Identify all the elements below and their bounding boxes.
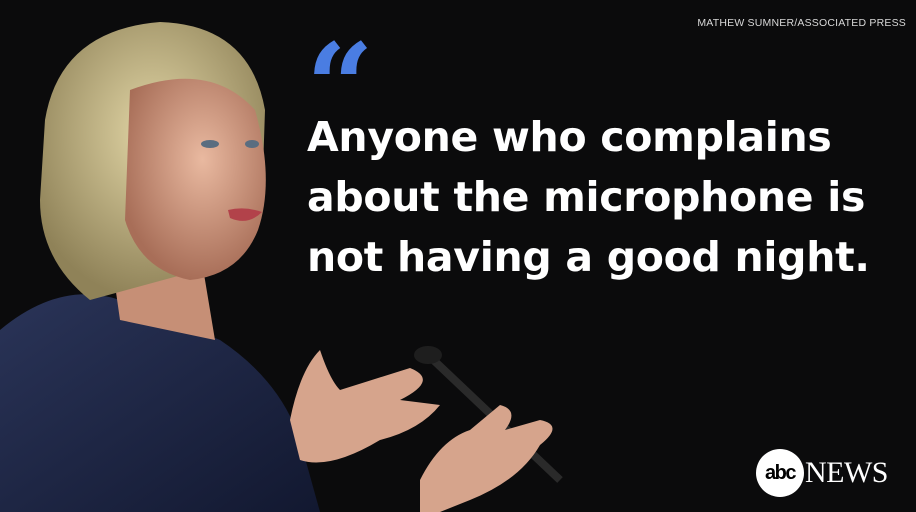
quote-line: about the microphone is (307, 173, 866, 221)
quote-text: Anyone who complains about the microphon… (307, 107, 870, 287)
quote-line: not having a good night. (307, 233, 870, 281)
quote-line: Anyone who complains (307, 113, 832, 161)
photo-credit: MATHEW SUMNER/ASSOCIATED PRESS (697, 17, 906, 29)
abc-logo-circle: abc (756, 449, 804, 497)
news-wordmark: NEWS (805, 456, 889, 489)
abc-news-logo: abc NEWS (756, 449, 889, 497)
